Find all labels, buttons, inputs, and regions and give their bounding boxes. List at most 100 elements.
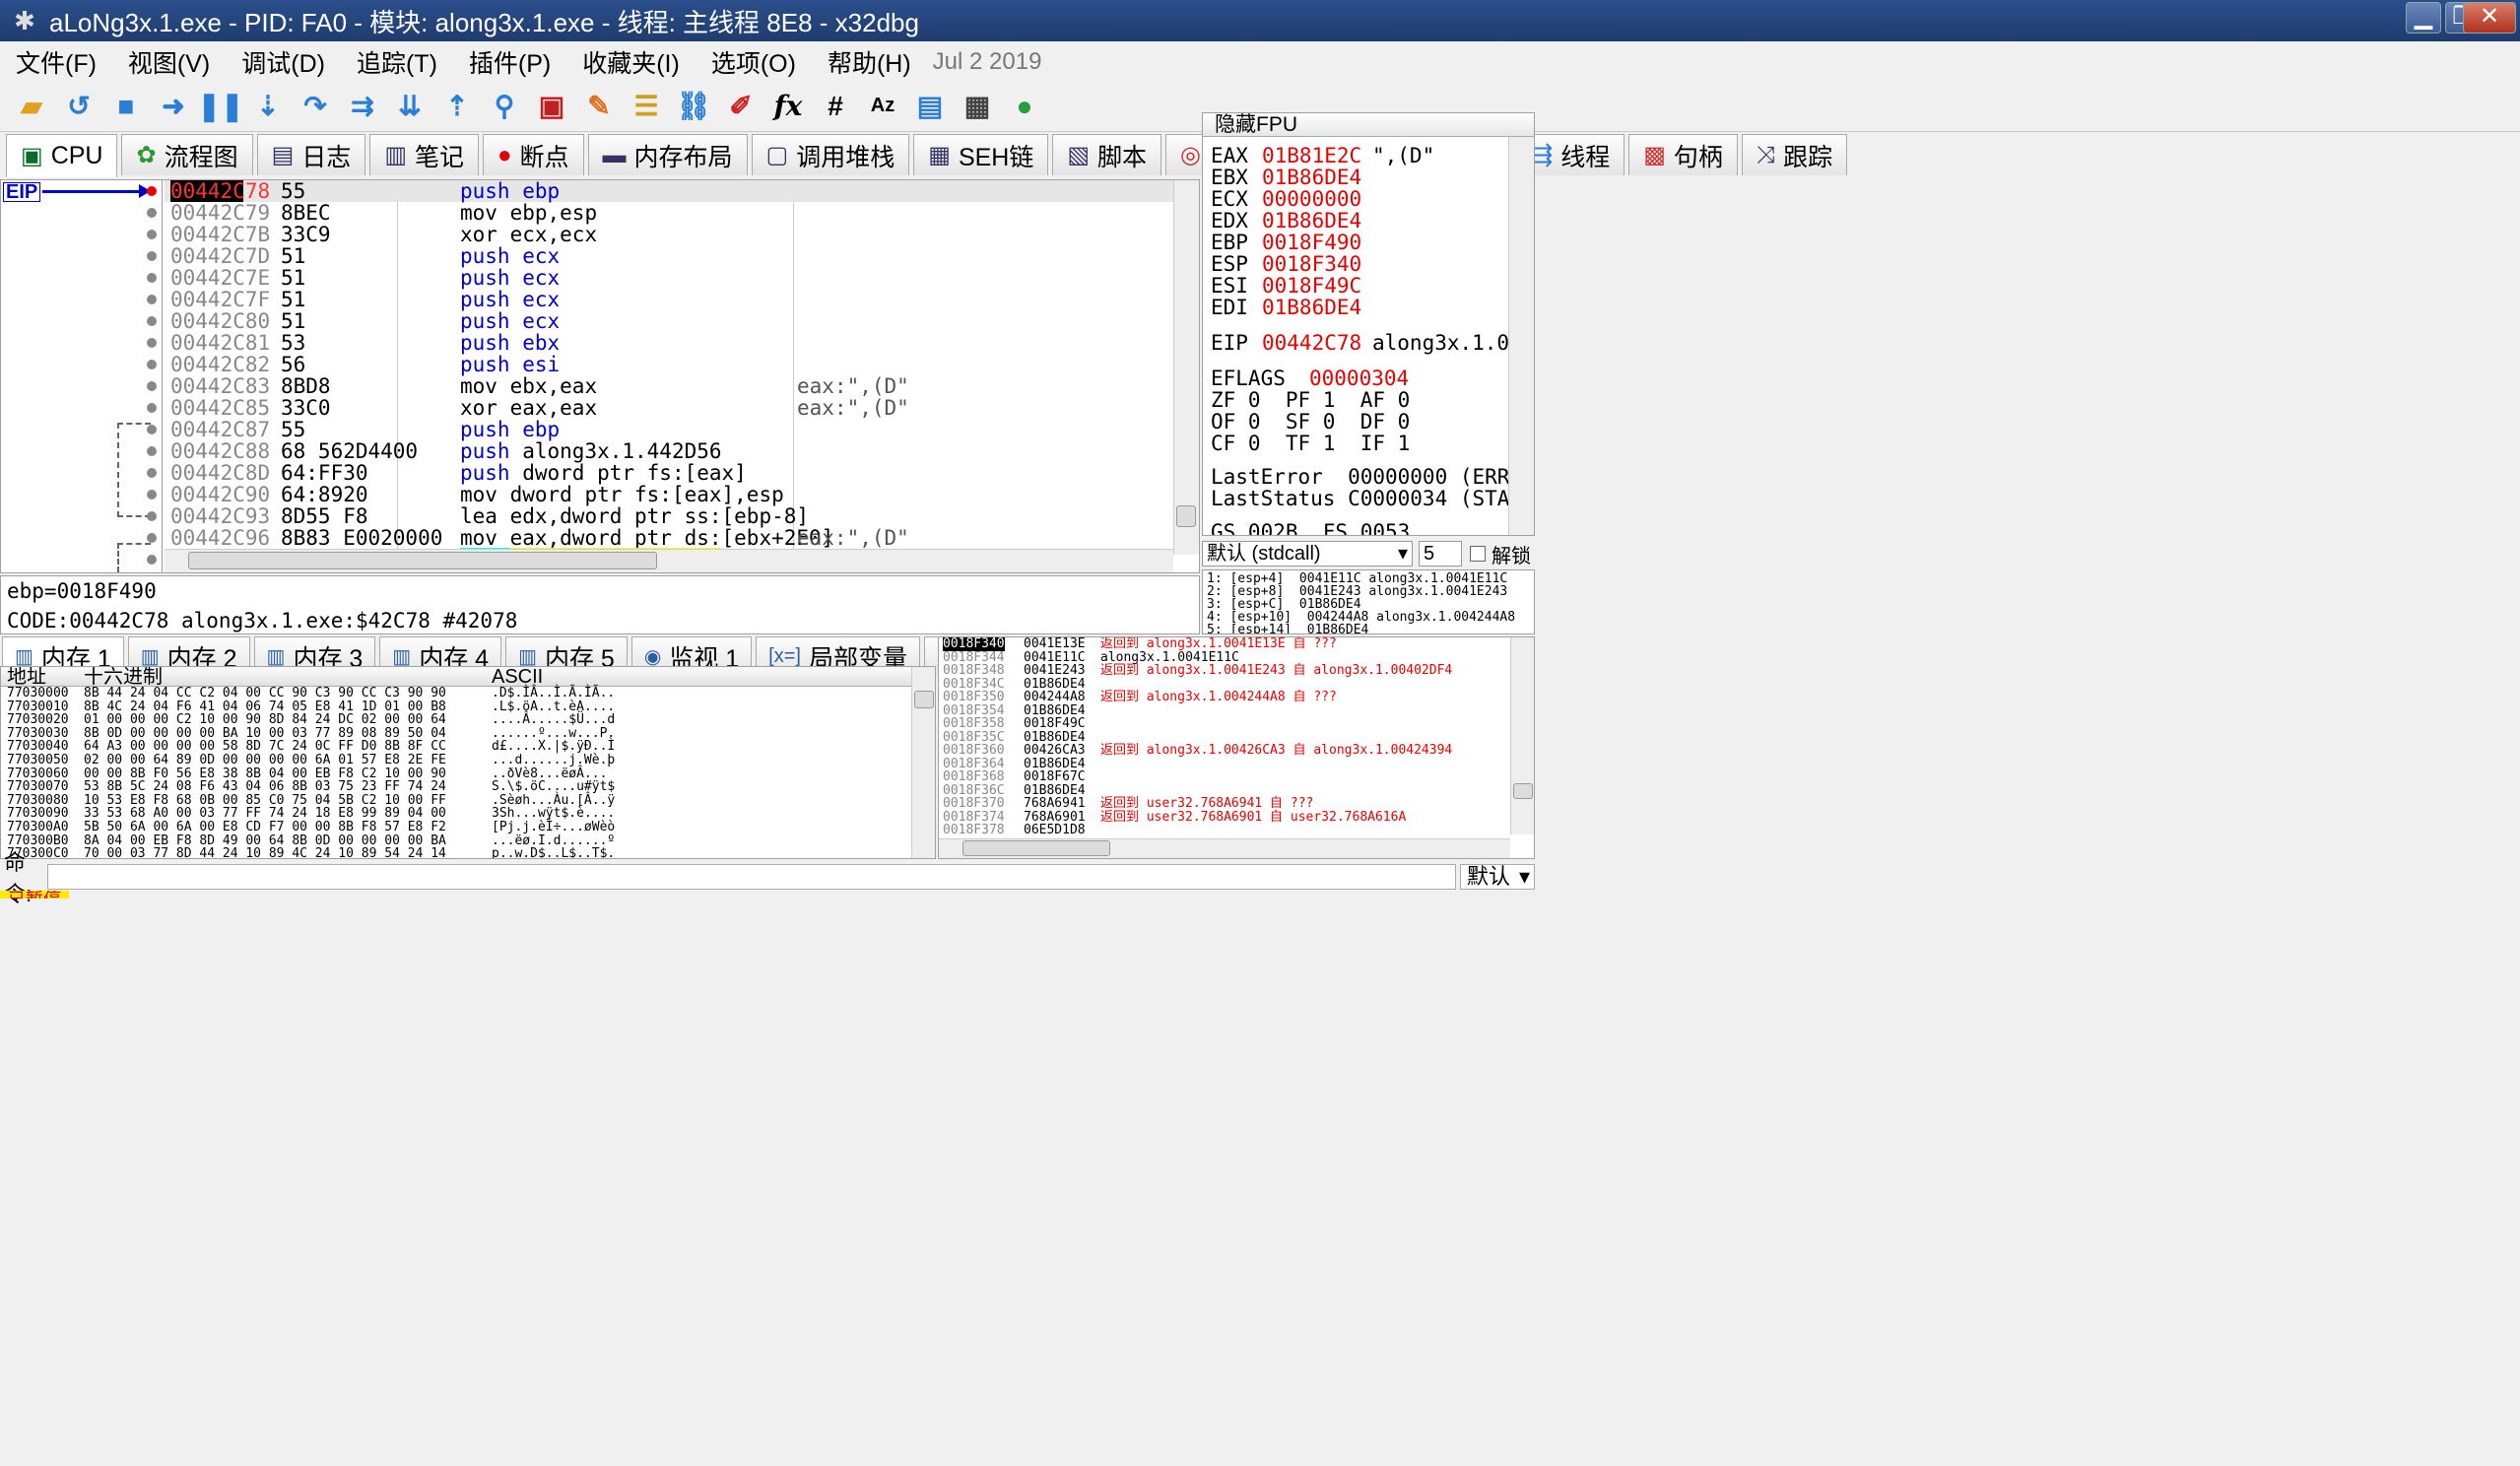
stack-row[interactable]: 0018F370 768A6941 返回到 user32.768A6941 自 ??… bbox=[939, 797, 1510, 811]
disasm-row[interactable]: 00442C88 68 562D4400 push along3x.1.442D56 bbox=[165, 440, 1173, 462]
dump-header-address[interactable]: 地址 bbox=[7, 667, 46, 687]
breakpoint-dot-icon[interactable] bbox=[147, 403, 157, 413]
hide-fpu-button[interactable]: 隐藏FPU bbox=[1203, 113, 1534, 137]
dump-hex[interactable]: 8B 0D 00 00 00 00 BA 10 00 03 77 89 08 8… bbox=[84, 727, 446, 741]
stack-row[interactable]: 0018F34C 01B86DE4 bbox=[939, 677, 1510, 692]
stack-row[interactable]: 0018F344 0041E11C along3x.1.0041E11C bbox=[939, 650, 1510, 665]
disasm-row[interactable]: 00442C87 55 push ebp bbox=[165, 419, 1173, 440]
menu-view[interactable]: 视图(V) bbox=[112, 44, 226, 80]
disasm-row[interactable]: 00442C83 8BD8 mov ebx,eax eax:",(D" bbox=[165, 375, 1173, 397]
disasm-row[interactable]: 00442C7B 33C9 xor ecx,ecx bbox=[165, 224, 1173, 245]
dump-row[interactable]: 77030020 01 00 00 00 C2 10 00 90 8D 84 24… bbox=[1, 713, 913, 727]
dump-ascii[interactable]: ...ëø.I.d......º bbox=[492, 833, 615, 848]
disasm-row[interactable]: 00442C78 55 push ebp bbox=[165, 180, 1173, 202]
breakpoint-dot-icon[interactable] bbox=[147, 316, 157, 326]
register-row[interactable]: EBP 0018F490 bbox=[1211, 232, 1534, 253]
breakpoint-dot-icon[interactable] bbox=[147, 295, 157, 304]
dump-hex[interactable]: 02 00 00 64 89 0D 00 00 00 00 6A 01 57 E… bbox=[84, 754, 446, 767]
segment-row[interactable]: GS 002B FS 0053 bbox=[1211, 521, 1534, 535]
stack-row[interactable]: 0018F36C 01B86DE4 bbox=[939, 783, 1510, 798]
disasm-vscroll[interactable] bbox=[1173, 180, 1199, 555]
stack-row[interactable]: 0018F364 01B86DE4 bbox=[939, 757, 1510, 771]
breakpoint-dot-icon[interactable] bbox=[147, 511, 157, 521]
tab-seh[interactable]: ▦ SEH链 bbox=[913, 134, 1049, 175]
command-mode-select[interactable]: 默认 ▾ bbox=[1460, 864, 1535, 890]
menu-trace[interactable]: 追踪(T) bbox=[341, 44, 453, 80]
disasm-row[interactable]: 00442C7F 51 push ecx bbox=[165, 289, 1173, 310]
menu-favourites[interactable]: 收藏夹(I) bbox=[566, 44, 696, 80]
register-row[interactable]: ESP 0018F340 bbox=[1211, 253, 1534, 275]
dump-row[interactable]: 77030040 64 A3 00 00 00 00 58 8D 7C 24 0C… bbox=[1, 740, 913, 754]
register-value[interactable]: 00000000 bbox=[1262, 188, 1372, 210]
disasm-row[interactable]: 00442C80 51 push ecx bbox=[165, 310, 1173, 332]
dump-row[interactable]: 77030090 33 53 68 A0 00 03 77 FF 74 24 18… bbox=[1, 807, 913, 821]
close-button[interactable]: ✕ bbox=[2463, 2, 2516, 33]
breakpoint-dot-icon[interactable] bbox=[147, 251, 157, 261]
breakpoint-dot-icon[interactable] bbox=[147, 230, 157, 239]
register-row[interactable]: ESI 0018F49C bbox=[1211, 275, 1534, 297]
registers-vscroll[interactable] bbox=[1508, 137, 1534, 535]
register-value[interactable]: 0018F490 bbox=[1262, 232, 1372, 253]
breakpoint-dot-icon[interactable] bbox=[147, 468, 157, 478]
disasm-row[interactable]: 00442C82 56 push esi bbox=[165, 354, 1173, 375]
open-icon[interactable]: ▰ bbox=[12, 87, 51, 126]
dump-hex[interactable]: 53 8B 5C 24 08 F6 43 04 06 8B 03 75 23 F… bbox=[84, 780, 446, 794]
call-convention-select[interactable]: 默认 (stdcall) ▾ bbox=[1202, 541, 1413, 566]
tab-callstack[interactable]: ▢ 调用堆栈 bbox=[751, 134, 910, 175]
stack-value[interactable]: 00426CA3 bbox=[1024, 744, 1086, 758]
bookmark-icon[interactable]: ✐ bbox=[721, 87, 761, 126]
dump-ascii[interactable]: p..w.D$..L$..T$. bbox=[492, 847, 615, 858]
trace-into-icon[interactable]: ⇉ bbox=[343, 87, 382, 126]
dump-hex[interactable]: 00 00 8B F0 56 E8 38 8B 04 00 EB F8 C2 1… bbox=[84, 766, 446, 781]
dump-ascii[interactable]: 3Sh...wÿt$.è.... bbox=[492, 807, 615, 821]
stack-hscroll[interactable] bbox=[939, 838, 1510, 858]
disasm-row[interactable]: 00442C90 64:8920 mov dword ptr fs:[eax],es… bbox=[165, 484, 1173, 505]
stack-value[interactable]: 06E5D1D8 bbox=[1024, 824, 1086, 837]
disasm-row[interactable]: 00442C81 53 push ebx bbox=[165, 332, 1173, 354]
breakpoint-dot-icon[interactable] bbox=[147, 338, 157, 348]
stack-view[interactable]: 0018F340 0041E13E 返回到 along3x.1.0041E13E 自… bbox=[938, 636, 1535, 859]
tab-memory-map[interactable]: ▬ 内存布局 bbox=[587, 134, 748, 175]
disassembly-view[interactable]: EIP 00442C78 55 push ebp 00442C79 8BEC mov eb… bbox=[0, 179, 1200, 573]
stack-row[interactable]: 0018F350 004244A8 返回到 along3x.1.004244A8 自… bbox=[939, 691, 1510, 704]
breakpoint-dot-icon[interactable] bbox=[147, 425, 157, 434]
dump-ascii[interactable]: S.\$.öC....u#ÿt$ bbox=[492, 780, 615, 794]
dump-row[interactable]: 77030060 00 00 8B F0 56 E8 38 8B 04 00 EB… bbox=[1, 766, 913, 781]
dump-row[interactable]: 77030080 10 53 E8 F8 68 0B 00 85 C0 75 04… bbox=[1, 794, 913, 808]
stack-value[interactable]: 01B86DE4 bbox=[1024, 677, 1086, 692]
register-value[interactable]: 01B81E2C bbox=[1262, 145, 1372, 167]
registers-view[interactable]: 隐藏FPU EAX 01B81E2C ",(D" EBX 01B86DE4 ECX 0000… bbox=[1202, 112, 1535, 536]
label-icon[interactable]: ⛓ bbox=[674, 87, 713, 126]
dump-hex[interactable]: 10 53 E8 F8 68 0B 00 85 C0 75 04 5B C2 1… bbox=[84, 794, 446, 808]
stack-value[interactable]: 0041E11C bbox=[1024, 650, 1086, 665]
tab-trace[interactable]: ⤨ 跟踪 bbox=[1741, 134, 1848, 175]
dump-row[interactable]: 770300B0 8A 04 00 EB F8 8D 49 00 64 8B 0D… bbox=[1, 833, 913, 848]
dump-row[interactable]: 77030050 02 00 00 64 89 0D 00 00 00 00 6A… bbox=[1, 754, 913, 767]
disasm-hscroll[interactable] bbox=[165, 549, 1173, 572]
calculator-icon[interactable]: ▦ bbox=[958, 87, 997, 126]
register-row[interactable]: ECX 00000000 bbox=[1211, 188, 1534, 210]
register-value[interactable]: 01B86DE4 bbox=[1262, 210, 1372, 232]
stack-row[interactable]: 0018F348 0041E243 返回到 along3x.1.0041E243 自… bbox=[939, 664, 1510, 678]
breakpoint-dot-icon[interactable] bbox=[147, 208, 157, 218]
tab-cpu[interactable]: ▣ CPU bbox=[6, 134, 118, 177]
dump-hex[interactable]: 8B 44 24 04 CC C2 04 00 CC 90 C3 90 CC C… bbox=[84, 687, 446, 700]
tab-breakpoint[interactable]: ● 断点 bbox=[483, 134, 584, 175]
stack-row[interactable]: 0018F35C 01B86DE4 bbox=[939, 730, 1510, 745]
dump-row[interactable]: 77030010 8B 4C 24 04 F6 41 04 06 74 05 E8… bbox=[1, 700, 913, 714]
stack-row[interactable]: 0018F368 0018F67C bbox=[939, 770, 1510, 784]
step-over-icon[interactable]: ↷ bbox=[296, 87, 335, 126]
minimize-button[interactable]: ▁ bbox=[2406, 2, 2441, 33]
memory-dump-view[interactable]: 地址 十六进制 ASCII 77030000 8B 44 24 04 CC C2 … bbox=[0, 666, 936, 859]
patch-icon[interactable]: ✎ bbox=[579, 87, 619, 126]
tab-script[interactable]: ▧ 脚本 bbox=[1052, 134, 1162, 175]
arg-count-spinner[interactable]: 5 bbox=[1419, 541, 1462, 566]
dump-ascii[interactable]: ..ðVè8...ëøÂ... bbox=[492, 766, 607, 781]
stack-row[interactable]: 0018F360 00426CA3 返回到 along3x.1.00426CA3 自… bbox=[939, 744, 1510, 758]
dump-row[interactable]: 77030000 8B 44 24 04 CC C2 04 00 CC 90 C3… bbox=[1, 687, 913, 700]
dump-row[interactable]: 770300C0 70 00 03 77 8D 44 24 10 89 4C 24… bbox=[1, 847, 913, 858]
run-to-user-code-icon[interactable]: ⚲ bbox=[485, 87, 524, 126]
stack-value[interactable]: 768A6901 bbox=[1024, 810, 1086, 825]
function-icon[interactable]: fx bbox=[768, 87, 808, 126]
disasm-row[interactable]: 00442C93 8D55 F8 lea edx,dword ptr ss:[ebp… bbox=[165, 505, 1173, 527]
